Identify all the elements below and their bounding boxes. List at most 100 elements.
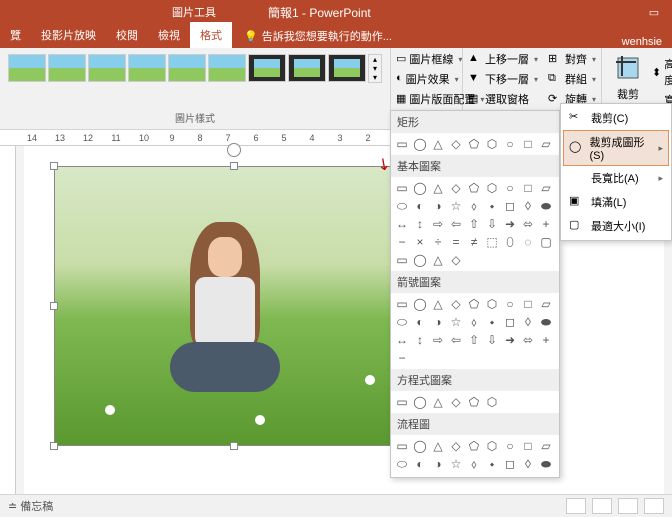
shape-option[interactable]: ◐ — [412, 456, 428, 472]
shape-option[interactable]: ⬠ — [466, 296, 482, 312]
shape-option[interactable]: ◊ — [520, 456, 536, 472]
shape-option[interactable]: + — [538, 474, 554, 478]
style-thumb[interactable] — [8, 54, 46, 82]
picture-effects-button[interactable]: ◐圖片效果▾ — [393, 70, 460, 88]
shape-option[interactable]: ⇨ — [430, 332, 446, 348]
shape-option[interactable]: ◇ — [448, 438, 464, 454]
crop-menu-fill[interactable]: ▣填滿(L) — [563, 190, 669, 214]
shape-option[interactable]: ◊ — [520, 198, 536, 214]
shape-option[interactable]: ⇧ — [466, 216, 482, 232]
shape-option[interactable]: ▭ — [394, 180, 410, 196]
style-thumb[interactable] — [128, 54, 166, 82]
shape-option[interactable]: ◯ — [412, 136, 428, 152]
shape-option[interactable]: ⬬ — [538, 456, 554, 472]
group-button[interactable]: ⧉群組▾ — [545, 70, 599, 88]
tell-me-search[interactable]: 💡 告訴我您想要執行的動作... — [240, 24, 396, 48]
shape-option[interactable]: ⬄ — [520, 216, 536, 232]
shape-option[interactable]: ◻ — [502, 198, 518, 214]
shape-option[interactable]: ◇ — [448, 136, 464, 152]
shape-option[interactable]: ⬡ — [484, 296, 500, 312]
shape-option[interactable]: ↕ — [412, 216, 428, 232]
style-thumb[interactable] — [208, 54, 246, 82]
style-thumb[interactable] — [88, 54, 126, 82]
tab-slideshow[interactable]: 投影片放映 — [31, 22, 106, 48]
shape-option[interactable]: ⬯ — [502, 234, 518, 250]
shape-option[interactable]: ↔ — [394, 332, 410, 348]
shape-option[interactable]: ▱ — [538, 136, 554, 152]
shape-option[interactable]: □ — [520, 136, 536, 152]
shape-option[interactable]: ◇ — [448, 394, 464, 410]
shape-option[interactable]: ▭ — [394, 252, 410, 268]
shape-option[interactable]: □ — [520, 180, 536, 196]
shape-option[interactable]: ○ — [502, 136, 518, 152]
shape-option[interactable]: ⬠ — [466, 180, 482, 196]
shape-option[interactable]: ◯ — [412, 438, 428, 454]
shape-option[interactable]: ⇨ — [430, 216, 446, 232]
view-normal-button[interactable] — [566, 498, 586, 514]
shape-option[interactable]: + — [538, 216, 554, 232]
shape-option[interactable]: ◐ — [412, 314, 428, 330]
shape-option[interactable]: ↕ — [412, 332, 428, 348]
shape-option[interactable]: ◯ — [412, 252, 428, 268]
resize-handle[interactable] — [230, 162, 238, 170]
shape-option[interactable]: + — [538, 332, 554, 348]
style-thumb[interactable] — [328, 54, 366, 82]
shape-option[interactable]: ◌ — [520, 234, 536, 250]
shape-option[interactable]: ○ — [502, 180, 518, 196]
shape-option[interactable]: ☆ — [448, 456, 464, 472]
shape-option[interactable]: = — [448, 234, 464, 250]
shape-option[interactable]: ⇩ — [484, 216, 500, 232]
shape-option[interactable]: △ — [430, 394, 446, 410]
shape-option[interactable]: ○ — [502, 438, 518, 454]
shape-option[interactable]: ⬡ — [484, 394, 500, 410]
shape-option[interactable]: ▭ — [394, 438, 410, 454]
shape-option[interactable]: ⇨ — [430, 474, 446, 478]
picture-styles-gallery[interactable]: ▴▾▾ — [4, 50, 386, 87]
shape-option[interactable]: ↔ — [394, 216, 410, 232]
shape-option[interactable]: ⬩ — [484, 456, 500, 472]
send-backward-button[interactable]: ▼下移一層▾ — [465, 70, 541, 88]
crop-menu-crop[interactable]: ✂裁剪(C) — [563, 106, 669, 130]
shape-option[interactable]: ◯ — [412, 394, 428, 410]
shape-option[interactable]: ▭ — [394, 136, 410, 152]
shape-option[interactable]: ◻ — [502, 456, 518, 472]
shape-option[interactable]: ◊ — [520, 314, 536, 330]
shape-option[interactable]: ⬨ — [466, 198, 482, 214]
shape-option[interactable]: ▢ — [538, 234, 554, 250]
shape-option[interactable]: ☆ — [448, 314, 464, 330]
shape-option[interactable]: ⬭ — [394, 314, 410, 330]
shape-option[interactable]: ⇦ — [448, 216, 464, 232]
shape-option[interactable]: ⇧ — [466, 332, 482, 348]
gallery-more-button[interactable]: ▴▾▾ — [368, 54, 382, 83]
shape-option[interactable]: ⬡ — [484, 180, 500, 196]
resize-handle[interactable] — [230, 442, 238, 450]
shape-option[interactable]: − — [394, 234, 410, 250]
shape-option[interactable]: ⬨ — [466, 456, 482, 472]
shape-option[interactable]: ◯ — [412, 180, 428, 196]
resize-handle[interactable] — [50, 442, 58, 450]
shape-option[interactable]: ➜ — [502, 216, 518, 232]
bring-forward-button[interactable]: ▲上移一層▾ — [465, 50, 541, 68]
shape-option[interactable]: □ — [520, 296, 536, 312]
shape-option[interactable]: □ — [520, 438, 536, 454]
shape-option[interactable]: ⇦ — [448, 474, 464, 478]
shape-option[interactable]: × — [412, 234, 428, 250]
shape-option[interactable]: ○ — [502, 296, 518, 312]
shape-option[interactable]: ⬭ — [394, 456, 410, 472]
shape-option[interactable]: △ — [430, 296, 446, 312]
shape-option[interactable]: ▱ — [538, 296, 554, 312]
shape-option[interactable]: ↔ — [394, 474, 410, 478]
shape-option[interactable]: ⬬ — [538, 314, 554, 330]
align-button[interactable]: ⊞對齊▾ — [545, 50, 599, 68]
style-thumb[interactable] — [248, 54, 286, 82]
shape-option[interactable]: ◻ — [502, 314, 518, 330]
shape-option[interactable]: ◇ — [448, 180, 464, 196]
shape-option[interactable]: ◐ — [412, 198, 428, 214]
shape-option[interactable]: ⇩ — [484, 474, 500, 478]
shape-option[interactable]: ▱ — [538, 180, 554, 196]
shape-option[interactable]: △ — [430, 252, 446, 268]
shape-option[interactable]: ⬭ — [394, 198, 410, 214]
shape-option[interactable]: ◑ — [430, 314, 446, 330]
shape-option[interactable]: ⬠ — [466, 438, 482, 454]
shape-option[interactable]: ▭ — [394, 394, 410, 410]
